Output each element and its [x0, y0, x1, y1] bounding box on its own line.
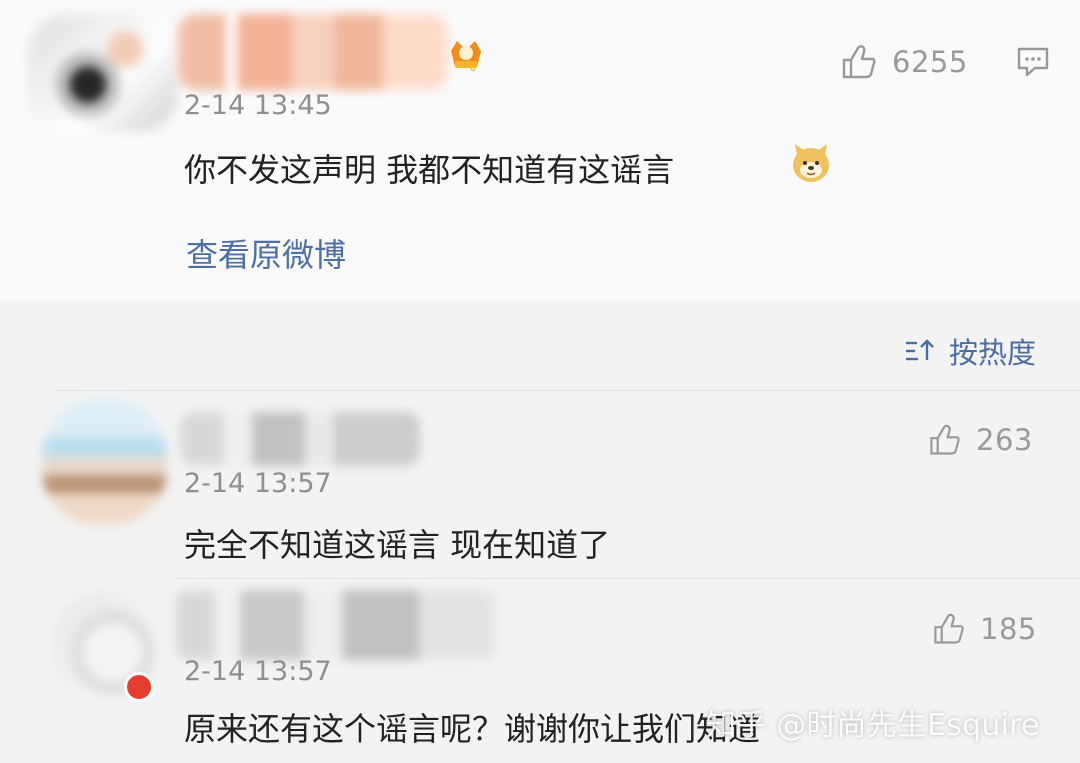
- sort-icon: [906, 339, 934, 361]
- svg-text:6: 6: [470, 63, 476, 74]
- doge-emoji-icon: [788, 140, 834, 186]
- view-original-weibo-link[interactable]: 查看原微博: [186, 230, 346, 276]
- comments-top-divider: [56, 390, 1080, 391]
- vip-badge-icon: 6: [446, 36, 486, 74]
- reply-2-username-blur[interactable]: [176, 590, 496, 660]
- comment-button[interactable]: [1015, 44, 1051, 78]
- thumb-up-icon: [930, 424, 960, 455]
- thumb-up-icon: [842, 45, 876, 79]
- thumb-up-icon: [934, 613, 964, 644]
- main-like-count: 6255: [892, 45, 968, 79]
- reply-1-text: 完全不知道这谣言 现在知道了: [184, 526, 611, 564]
- reply-1-username-blur[interactable]: [180, 412, 420, 466]
- reply-2-like-button[interactable]: 185: [930, 611, 1037, 647]
- main-comment-time: 2-14 13:45: [184, 90, 332, 121]
- comment-icon: [1017, 47, 1049, 77]
- reply-2-like-count: 185: [980, 612, 1037, 646]
- reply-2-status-dot: [124, 672, 154, 702]
- reply-2-text: 原来还有这个谣言呢？谢谢你让我们知道: [184, 710, 761, 748]
- main-comment-text: 你不发这声明 我都不知道有这谣言: [184, 151, 675, 189]
- main-avatar-blur[interactable]: [28, 14, 178, 132]
- main-username-blur[interactable]: [178, 14, 448, 90]
- sort-by-hot-button[interactable]: 按热度: [903, 330, 1036, 372]
- reply-1-like-count: 263: [976, 423, 1033, 457]
- zhihu-watermark: 知乎 @时尚先生Esquire: [706, 708, 1040, 743]
- reply-1-time: 2-14 13:57: [184, 468, 332, 499]
- reply-1-like-button[interactable]: 263: [926, 422, 1033, 458]
- reply-divider: [176, 578, 1080, 579]
- reply-2-time: 2-14 13:57: [184, 656, 332, 687]
- sort-label: 按热度: [949, 336, 1037, 370]
- main-like-button[interactable]: 6255: [838, 42, 968, 82]
- reply-1-avatar-blur[interactable]: [42, 400, 167, 525]
